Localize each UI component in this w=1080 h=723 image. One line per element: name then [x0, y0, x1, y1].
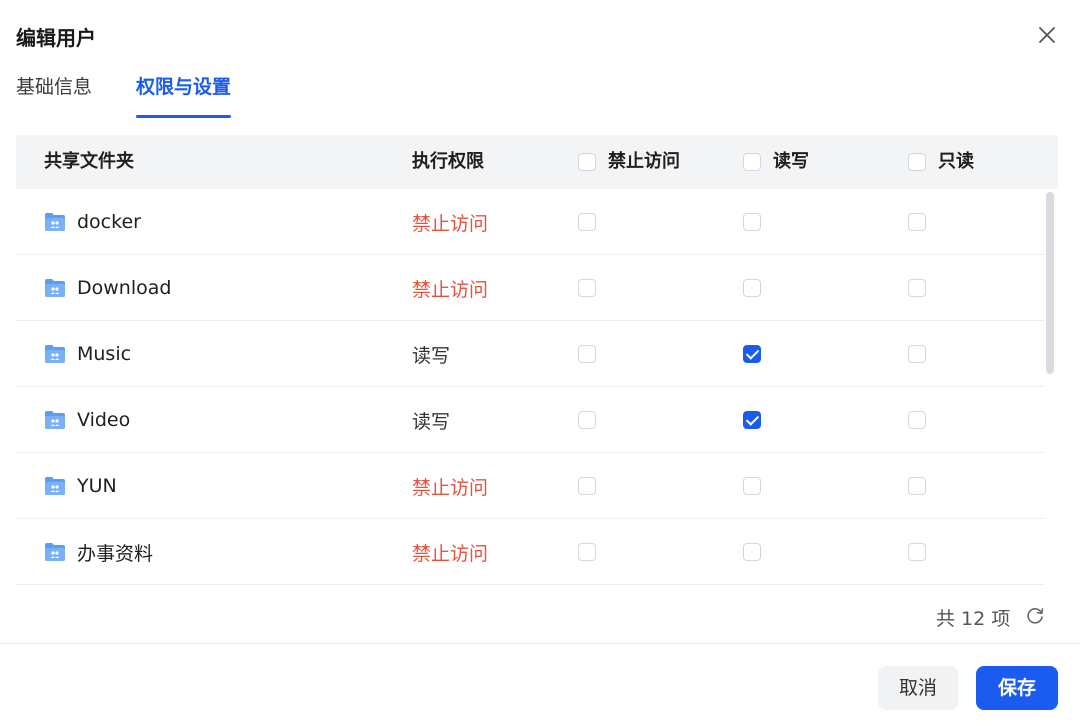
- permission-status: 读写: [412, 410, 451, 433]
- read-only-checkbox[interactable]: [908, 477, 926, 495]
- deny-checkbox[interactable]: [578, 543, 596, 561]
- read-only-checkbox[interactable]: [908, 213, 926, 231]
- read-write-checkbox[interactable]: [743, 543, 761, 561]
- shared-folder-icon: [44, 344, 66, 364]
- table-row: docker 禁止访问: [16, 189, 1044, 255]
- cancel-button[interactable]: 取消: [878, 666, 958, 710]
- permission-status: 读写: [412, 344, 451, 367]
- read-only-checkbox[interactable]: [908, 411, 926, 429]
- folder-name: 办事资料: [77, 542, 154, 565]
- read-only-checkbox[interactable]: [908, 543, 926, 561]
- deny-checkbox[interactable]: [578, 213, 596, 231]
- shared-folder-icon: [44, 212, 66, 232]
- table-row: 办事资料 禁止访问: [16, 519, 1044, 585]
- select-all-read-only-checkbox[interactable]: [908, 153, 926, 171]
- read-write-checkbox[interactable]: [743, 279, 761, 297]
- table-row: Video 读写: [16, 387, 1044, 453]
- tab-bar: 基础信息 权限与设置: [16, 72, 275, 120]
- folder-cell: YUN: [44, 453, 117, 519]
- total-count: 共 12 项: [936, 608, 1011, 630]
- tab-basic-info[interactable]: 基础信息: [16, 72, 92, 118]
- shared-folder-icon: [44, 476, 66, 496]
- read-write-checkbox[interactable]: [743, 213, 761, 231]
- folder-cell: Music: [44, 321, 131, 387]
- deny-checkbox[interactable]: [578, 279, 596, 297]
- read-write-checkbox[interactable]: [743, 345, 761, 363]
- folder-name: YUN: [77, 475, 117, 497]
- close-icon[interactable]: [1034, 22, 1060, 48]
- shared-folder-icon: [44, 542, 66, 562]
- table-row: YUN 禁止访问: [16, 453, 1044, 519]
- column-header-read-only: 只读: [908, 135, 974, 189]
- column-header-read-write: 读写: [743, 135, 809, 189]
- deny-checkbox[interactable]: [578, 477, 596, 495]
- select-all-deny-checkbox[interactable]: [578, 153, 596, 171]
- scrollbar[interactable]: [1046, 192, 1054, 374]
- folder-name: Download: [77, 277, 172, 299]
- select-all-read-write-checkbox[interactable]: [743, 153, 761, 171]
- folder-cell: docker: [44, 189, 141, 255]
- folder-cell: 办事资料: [44, 519, 153, 585]
- refresh-icon[interactable]: [1024, 605, 1046, 627]
- save-button[interactable]: 保存: [976, 666, 1058, 710]
- column-header-read-write-label: 读写: [773, 151, 809, 172]
- table-row: Download 禁止访问: [16, 255, 1044, 321]
- shared-folder-icon: [44, 278, 66, 298]
- column-header-deny-label: 禁止访问: [608, 151, 680, 172]
- folder-cell: Video: [44, 387, 130, 453]
- shared-folder-icon: [44, 410, 66, 430]
- column-header-folder: 共享文件夹: [44, 151, 134, 172]
- dialog-title: 编辑用户: [16, 26, 96, 50]
- folder-name: Music: [77, 343, 132, 365]
- deny-checkbox[interactable]: [578, 345, 596, 363]
- folder-cell: Download: [44, 255, 171, 321]
- column-header-deny: 禁止访问: [578, 135, 680, 189]
- read-only-checkbox[interactable]: [908, 279, 926, 297]
- tab-permissions-settings[interactable]: 权限与设置: [136, 72, 232, 118]
- permission-status: 禁止访问: [412, 476, 489, 499]
- table-row: Music 读写: [16, 321, 1044, 387]
- permission-status: 禁止访问: [412, 212, 489, 235]
- permission-status: 禁止访问: [412, 542, 489, 565]
- deny-checkbox[interactable]: [578, 411, 596, 429]
- column-header-read-only-label: 只读: [938, 151, 974, 172]
- footer-divider: [0, 643, 1080, 644]
- read-only-checkbox[interactable]: [908, 345, 926, 363]
- folder-name: docker: [77, 211, 141, 233]
- folder-name: Video: [77, 409, 131, 431]
- read-write-checkbox[interactable]: [743, 477, 761, 495]
- table-body: docker 禁止访问 Download 禁止访问 Music 读写 Video 读写 YUN 禁…: [16, 189, 1044, 588]
- permission-status: 禁止访问: [412, 278, 489, 301]
- table-header: 共享文件夹 执行权限 禁止访问 读写 只读: [16, 135, 1058, 189]
- column-header-permission: 执行权限: [412, 151, 484, 172]
- read-write-checkbox[interactable]: [743, 411, 761, 429]
